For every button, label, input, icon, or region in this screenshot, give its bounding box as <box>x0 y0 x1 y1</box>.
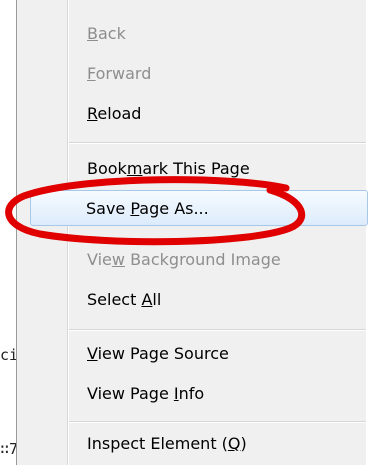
mnemonic: R <box>87 104 98 123</box>
mnemonic: A <box>141 290 153 309</box>
mnemonic: V <box>87 344 98 363</box>
menu-separator <box>69 329 366 330</box>
menu-item-inspect-element[interactable]: Inspect Element (Q) <box>87 434 247 454</box>
mnemonic: P <box>130 199 140 218</box>
menu-item-back[interactable]: Back <box>87 24 126 44</box>
mnemonic: w <box>111 250 125 269</box>
menu-item-view-background-image[interactable]: View Background Image <box>87 250 281 270</box>
mnemonic: m <box>126 159 143 178</box>
menu-item-view-page-info[interactable]: View Page Info <box>87 384 204 404</box>
menu-item-bookmark-this-page[interactable]: Bookmark This Page <box>87 159 250 179</box>
menu-icon-gutter <box>67 234 68 465</box>
mnemonic: F <box>87 64 96 83</box>
menu-item-view-page-source[interactable]: View Page Source <box>87 344 229 364</box>
mnemonic: Q <box>227 434 241 453</box>
menu-item-reload[interactable]: Reload <box>87 104 141 124</box>
mnemonic: B <box>87 24 98 43</box>
menu-item-select-all[interactable]: Select All <box>87 290 161 310</box>
menu-separator <box>69 421 366 422</box>
menu-separator <box>69 142 366 143</box>
menu-item-save-page-as[interactable]: Save Page As... <box>86 199 209 219</box>
context-menu-lower: View Background Image Select All View Pa… <box>16 234 366 465</box>
menu-item-forward[interactable]: Forward <box>87 64 151 84</box>
